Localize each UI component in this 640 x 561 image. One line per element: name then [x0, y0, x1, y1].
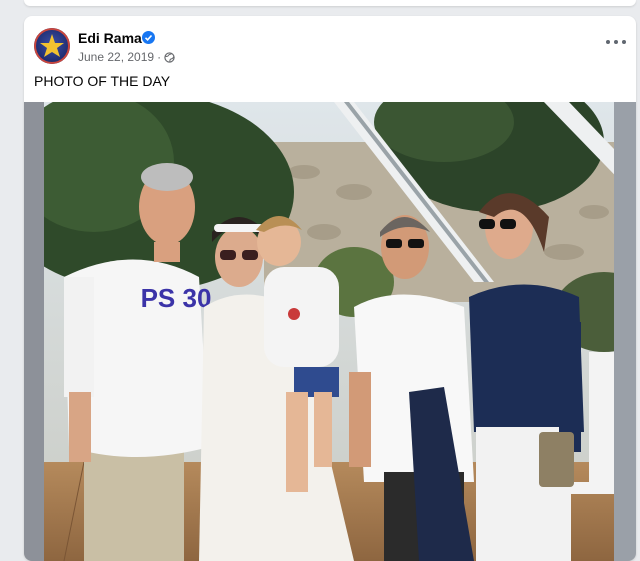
post-meta: June 22, 2019 ·	[78, 50, 175, 64]
post-caption: PHOTO OF THE DAY	[34, 73, 171, 89]
author-name[interactable]: Edi Rama	[78, 30, 142, 46]
post-card: Edi Rama June 22, 2019 · PHOTO OF THE DA…	[24, 16, 636, 561]
post-photo[interactable]: PS 30	[24, 102, 636, 561]
star-logo-icon	[34, 28, 70, 64]
meta-separator: ·	[157, 50, 162, 64]
more-options-icon[interactable]	[606, 36, 626, 48]
verified-badge-icon	[142, 31, 155, 44]
previous-post-edge	[24, 0, 636, 6]
author-avatar[interactable]	[34, 28, 70, 64]
post-date[interactable]: June 22, 2019	[78, 50, 154, 64]
globe-icon[interactable]	[164, 51, 175, 63]
group-photo: PS 30	[24, 102, 636, 561]
shirt-text: PS 30	[141, 283, 212, 313]
